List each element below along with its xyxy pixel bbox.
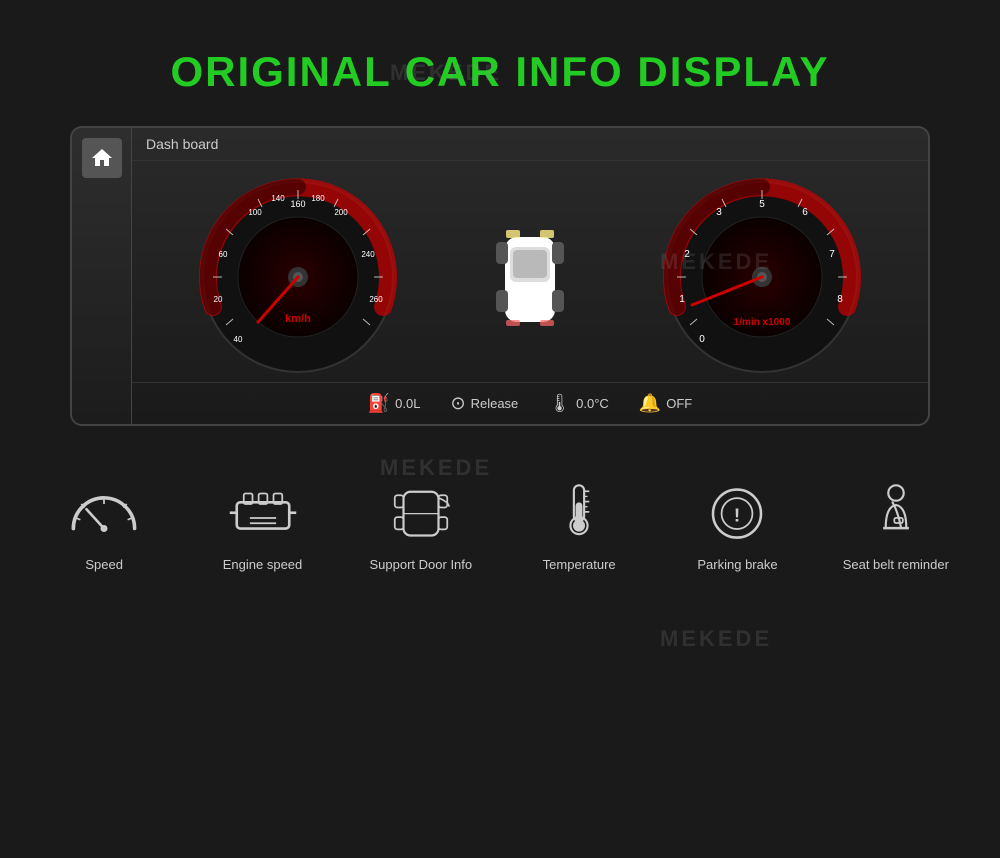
temperature-label: Temperature — [543, 556, 616, 574]
dash-sidebar — [72, 128, 132, 424]
temp-value: 0.0°C — [576, 396, 609, 411]
seatbelt-reminder-icon-area — [856, 476, 936, 546]
svg-text:8: 8 — [837, 294, 843, 305]
door-info-icon — [386, 481, 456, 541]
svg-text:60: 60 — [219, 250, 228, 259]
temperature-icon — [544, 481, 614, 541]
svg-text:3: 3 — [716, 207, 722, 218]
svg-text:200: 200 — [334, 208, 348, 217]
temperature-icon-area — [539, 476, 619, 546]
svg-text:40: 40 — [234, 335, 243, 344]
svg-text:1/min x1000: 1/min x1000 — [734, 317, 791, 328]
feature-parking-brake: ! Parking brake — [683, 476, 791, 574]
svg-text:km/h: km/h — [285, 313, 311, 325]
seatbelt-value: OFF — [666, 396, 692, 411]
tachometer: 5 3 2 1 6 7 8 0 1/min x1000 — [662, 177, 862, 377]
feature-door-info: Support Door Info — [367, 476, 475, 574]
tachometer-svg: 5 3 2 1 6 7 8 0 1/min x1000 — [662, 177, 862, 377]
svg-text:20: 20 — [214, 295, 223, 304]
dashboard-wrapper: Dash board — [0, 126, 1000, 426]
speedometer: 160 100 60 20 200 180 140 240 260 40 km/… — [198, 177, 398, 377]
svg-text:2: 2 — [684, 249, 690, 260]
svg-text:240: 240 — [361, 250, 375, 259]
svg-text:0: 0 — [699, 334, 705, 345]
fuel-info: ⛽ 0.0L — [368, 393, 421, 414]
feature-temperature: Temperature — [525, 476, 633, 574]
dashboard-label: Dash board — [146, 136, 218, 152]
parking-brake-icon-area: ! — [697, 476, 777, 546]
parking-icon: ⊙ — [450, 393, 465, 414]
car-svg — [490, 212, 570, 342]
temp-info: 🌡 0.0°C — [548, 393, 609, 414]
speedometer-svg: 160 100 60 20 200 180 140 240 260 40 km/… — [198, 177, 398, 377]
parking-brake-label: Parking brake — [697, 556, 777, 574]
svg-text:140: 140 — [271, 194, 285, 203]
main-title-section: ORIGINAL CAR INFO DISPLAY — [0, 0, 1000, 126]
svg-text:1: 1 — [679, 294, 685, 305]
svg-text:100: 100 — [248, 208, 262, 217]
dashboard-screen: Dash board — [70, 126, 930, 426]
fuel-icon: ⛽ — [368, 393, 390, 414]
speed-icon-area — [64, 476, 144, 546]
svg-text:160: 160 — [290, 199, 305, 209]
feature-seatbelt-reminder: Seat belt reminder — [842, 476, 950, 574]
dash-info-bar: ⛽ 0.0L ⊙ Release 🌡 0.0°C 🔔 OFF — [132, 382, 928, 424]
car-top-view — [490, 212, 570, 342]
parking-info: ⊙ Release — [450, 393, 518, 414]
speed-label: Speed — [85, 556, 123, 574]
parking-value: Release — [471, 396, 519, 411]
temp-icon: 🌡 — [548, 393, 571, 414]
engine-speed-icon-area — [223, 476, 303, 546]
home-button[interactable] — [82, 138, 122, 178]
svg-text:7: 7 — [829, 249, 835, 260]
speed-icon — [69, 481, 139, 541]
svg-text:180: 180 — [311, 194, 325, 203]
svg-text:260: 260 — [369, 295, 383, 304]
page-title: ORIGINAL CAR INFO DISPLAY — [0, 48, 1000, 96]
feature-speed: Speed — [50, 476, 158, 574]
fuel-value: 0.0L — [395, 396, 420, 411]
parking-brake-icon: ! — [702, 481, 772, 541]
seatbelt-icon: 🔔 — [639, 393, 661, 414]
svg-text:!: ! — [734, 504, 740, 525]
seatbelt-reminder-label: Seat belt reminder — [843, 556, 949, 574]
engine-speed-label: Engine speed — [223, 556, 303, 574]
engine-speed-icon — [228, 481, 298, 541]
svg-text:5: 5 — [759, 199, 765, 210]
dash-main: Dash board — [132, 128, 928, 424]
door-info-label: Support Door Info — [370, 556, 473, 574]
seatbelt-reminder-icon — [861, 481, 931, 541]
feature-engine-speed: Engine speed — [208, 476, 316, 574]
dash-content: 160 100 60 20 200 180 140 240 260 40 km/… — [132, 161, 928, 382]
dash-header: Dash board — [132, 128, 928, 161]
door-info-icon-area — [381, 476, 461, 546]
home-icon — [90, 146, 114, 170]
features-section: Speed Engine speed — [0, 476, 1000, 574]
svg-text:6: 6 — [802, 207, 808, 218]
seatbelt-info: 🔔 OFF — [639, 393, 692, 414]
